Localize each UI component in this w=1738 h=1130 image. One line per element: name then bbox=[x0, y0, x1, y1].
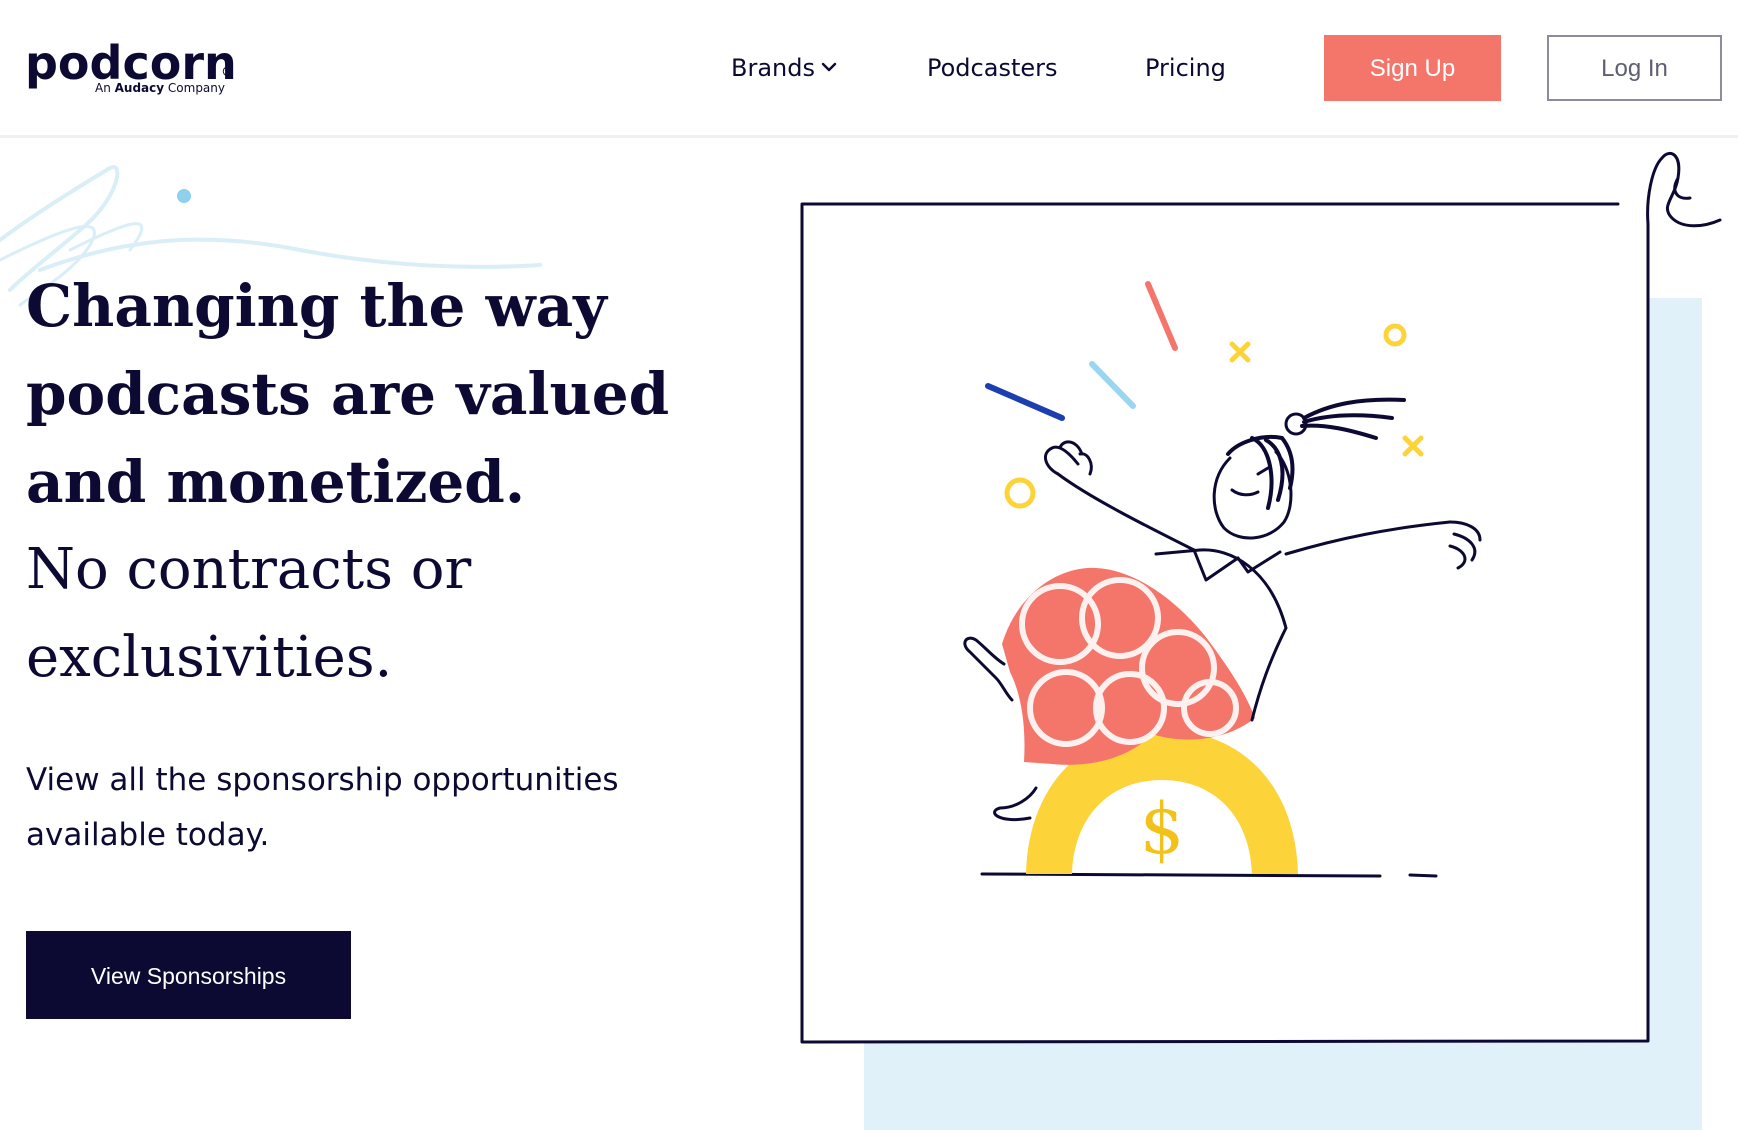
nav-podcasters-link[interactable]: Podcasters bbox=[927, 50, 1058, 86]
hero-title-line-3: and monetized. bbox=[26, 448, 526, 516]
logo-registered-mark: ® bbox=[221, 65, 234, 80]
hero-subtitle-line-1: No contracts or bbox=[26, 537, 472, 602]
hero-description-line-1: View all the sponsorship opportunities bbox=[26, 762, 619, 798]
hero-title-line-2: podcasts are valued bbox=[26, 360, 670, 428]
hero-title-line-1: Changing the way bbox=[26, 272, 607, 340]
hero-illustration: $ bbox=[800, 152, 1722, 1130]
logo-tagline-brand: Audacy bbox=[114, 81, 165, 95]
nav-brands-dropdown[interactable]: Brands bbox=[731, 50, 839, 86]
decorative-dot bbox=[177, 189, 191, 203]
site-header: podcorn ® An Audacy Company Brands Podca… bbox=[0, 0, 1738, 138]
sign-up-button[interactable]: Sign Up bbox=[1324, 35, 1501, 101]
nav-pricing-link[interactable]: Pricing bbox=[1145, 50, 1226, 86]
ground-dash bbox=[1408, 873, 1438, 878]
chevron-down-icon bbox=[821, 62, 837, 72]
hero-subtitle-line-2: exclusivities. bbox=[26, 625, 393, 690]
logo-tagline-prefix: An bbox=[95, 81, 115, 95]
coin-dollar-sign: $ bbox=[1140, 788, 1185, 870]
hero-title: Changing the way podcasts are valued and… bbox=[26, 262, 726, 526]
podcorn-logo[interactable]: podcorn ® An Audacy Company bbox=[25, 38, 237, 100]
logo-tagline: An Audacy Company bbox=[95, 81, 225, 95]
ground-line bbox=[980, 872, 1382, 878]
hero-description-line-2: available today. bbox=[26, 817, 270, 853]
nav-brands-label: Brands bbox=[731, 54, 815, 82]
illustration-card bbox=[801, 203, 1648, 1042]
log-in-button[interactable]: Log In bbox=[1547, 35, 1722, 101]
view-sponsorships-button[interactable]: View Sponsorships bbox=[26, 931, 351, 1019]
hero-subtitle: No contracts or exclusivities. bbox=[26, 526, 726, 702]
hero-description: View all the sponsorship opportunities a… bbox=[26, 753, 706, 863]
logo-tagline-suffix: Company bbox=[164, 81, 225, 95]
